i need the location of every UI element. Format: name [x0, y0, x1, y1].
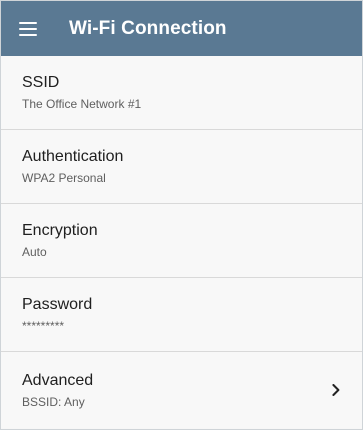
advanced-text: Advanced BSSID: Any: [22, 371, 93, 410]
encryption-text: Encryption Auto: [22, 221, 98, 260]
advanced-label: Advanced: [22, 371, 94, 389]
password-setting[interactable]: Password *********: [1, 278, 362, 352]
encryption-value: Auto: [22, 245, 47, 259]
chevron-right-icon: [332, 384, 340, 396]
ssid-label: SSID: [22, 74, 60, 91]
ssid-setting[interactable]: SSID The Office Network #1: [1, 56, 362, 130]
authentication-text: Authentication WPA2 Personal: [22, 147, 123, 186]
authentication-setting[interactable]: Authentication WPA2 Personal: [1, 130, 362, 204]
page-title: Wi-Fi Connection: [69, 17, 227, 39]
settings-list: SSID The Office Network #1 Authenticatio…: [1, 56, 362, 428]
advanced-setting[interactable]: Advanced BSSID: Any: [1, 352, 362, 428]
password-value: *********: [22, 319, 65, 333]
app-bar: Wi-Fi Connection: [1, 1, 362, 56]
encryption-setting[interactable]: Encryption Auto: [1, 204, 362, 278]
ssid-text: SSID The Office Network #1: [22, 73, 141, 112]
ssid-value: The Office Network #1: [22, 97, 142, 111]
password-text: Password *********: [22, 295, 92, 334]
menu-icon-line-top: [19, 21, 37, 24]
menu-icon-line-bottom: [19, 33, 37, 36]
wifi-connection-screen: Wi-Fi Connection SSID The Office Network…: [0, 0, 363, 430]
authentication-value: WPA2 Personal: [22, 171, 106, 185]
hamburger-menu-icon[interactable]: [19, 21, 37, 36]
authentication-label: Authentication: [22, 148, 124, 165]
menu-icon-line-middle: [19, 27, 37, 30]
password-label: Password: [22, 296, 93, 313]
encryption-label: Encryption: [22, 222, 98, 239]
advanced-value: BSSID: Any: [22, 394, 85, 409]
